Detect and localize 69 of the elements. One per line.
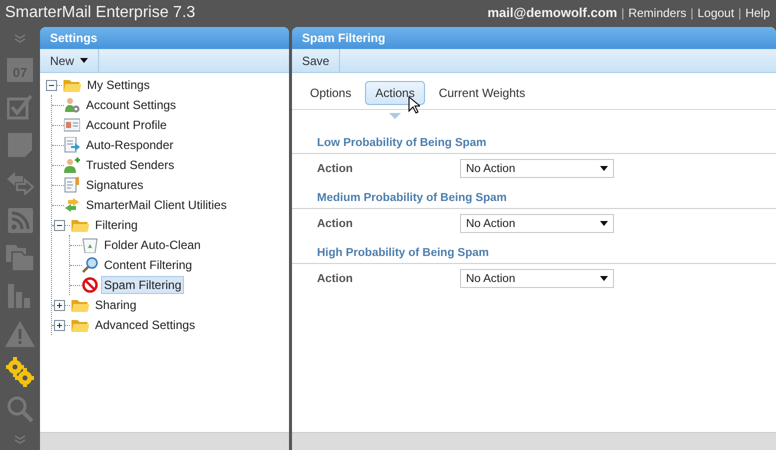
tree-item[interactable]: Filtering — [92, 216, 141, 234]
magnifier-icon — [82, 257, 98, 273]
app-title: SmarterMail Enterprise 7.3 — [5, 4, 196, 22]
account-email: mail@demowolf.com — [488, 5, 618, 20]
swap-arrows-icon — [64, 197, 80, 213]
tree-item[interactable]: Advanced Settings — [92, 316, 198, 334]
tree-item[interactable]: Folder Auto-Clean — [101, 236, 204, 254]
separator: | — [621, 6, 624, 20]
tab-pointer — [389, 113, 402, 119]
field-label: Action — [317, 272, 354, 284]
search-icon[interactable] — [7, 396, 33, 422]
note-icon[interactable] — [8, 133, 32, 158]
tree-item[interactable]: Account Profile — [83, 116, 170, 134]
user-gear-icon — [64, 97, 80, 113]
folder-icon — [70, 317, 89, 333]
recycle-bin-icon — [82, 237, 98, 253]
user-add-icon — [64, 157, 80, 173]
tree-item[interactable]: Account Settings — [83, 96, 180, 114]
tab[interactable]: Actions — [365, 81, 425, 105]
document-arrow-icon — [64, 137, 80, 153]
tree-item[interactable]: Sharing — [92, 296, 140, 314]
field-label: Action — [317, 218, 354, 230]
header-link[interactable]: Help — [745, 6, 770, 20]
expander-icon[interactable] — [54, 220, 65, 230]
cursor-icon — [408, 96, 420, 114]
folder-icon — [70, 217, 89, 233]
arrows-icon[interactable] — [6, 170, 34, 195]
action-dropdown[interactable]: No Action — [460, 269, 614, 288]
bar-chart-icon[interactable] — [7, 284, 33, 308]
document-pen-icon — [64, 177, 80, 193]
tab[interactable]: Current Weights — [428, 81, 536, 105]
settings-icon[interactable] — [6, 356, 34, 387]
separator: | — [738, 6, 742, 20]
tree-item[interactable]: My Settings — [84, 76, 153, 94]
section-title: High Probability of Being Spam — [292, 246, 776, 264]
panel-title: Spam Filtering — [292, 27, 776, 49]
tree-item[interactable]: SmarterMail Client Utilities — [83, 196, 230, 214]
action-dropdown[interactable]: No Action — [460, 214, 614, 233]
expander-icon[interactable] — [54, 320, 65, 330]
save-button[interactable]: Save — [292, 49, 340, 72]
prohibited-icon — [82, 277, 98, 293]
caret-icon — [600, 276, 608, 281]
collapse-icon[interactable] — [14, 34, 26, 44]
tab[interactable]: Options — [300, 81, 362, 105]
folder-icon — [62, 77, 81, 93]
section-title: Medium Probability of Being Spam — [292, 191, 776, 209]
section-title: Low Probability of Being Spam — [292, 136, 776, 154]
tree-item[interactable]: Spam Filtering — [101, 276, 184, 294]
tree-item[interactable]: Auto-Responder — [83, 136, 176, 154]
profile-card-icon — [64, 117, 80, 133]
tree-item[interactable]: Content Filtering — [101, 256, 196, 274]
action-dropdown[interactable]: No Action — [460, 159, 614, 178]
caret-icon — [600, 221, 608, 226]
checkbox-icon[interactable] — [7, 94, 33, 120]
expander-icon[interactable] — [54, 300, 65, 310]
warning-icon[interactable] — [5, 320, 35, 347]
panel-title: Settings — [40, 27, 289, 49]
tree-item[interactable]: Signatures — [83, 176, 146, 194]
rss-icon[interactable] — [8, 208, 32, 234]
header-link[interactable]: Logout — [697, 6, 734, 20]
separator: | — [690, 6, 694, 20]
folders-icon[interactable] — [6, 245, 34, 272]
tree-item[interactable]: Trusted Senders — [83, 156, 178, 174]
field-label: Action — [317, 162, 354, 174]
expand-icon[interactable] — [14, 434, 26, 444]
header-link[interactable]: Reminders — [628, 6, 686, 20]
folder-icon — [70, 297, 89, 313]
expander-icon[interactable] — [46, 80, 57, 90]
caret-icon — [600, 166, 608, 171]
